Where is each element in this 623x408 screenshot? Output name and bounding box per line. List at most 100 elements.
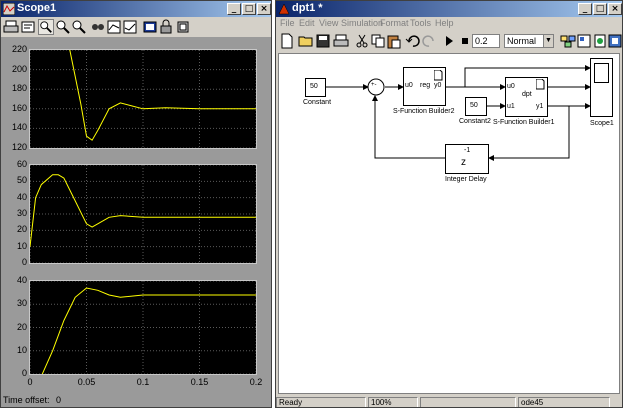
menu-file[interactable]: File	[280, 18, 295, 28]
y-tick-label: 10	[16, 344, 27, 355]
chart-1-svg	[29, 47, 257, 149]
scope-screen	[594, 63, 609, 83]
y-tick-label: 200	[11, 63, 27, 74]
copy-icon[interactable]	[370, 33, 386, 49]
save-axes-icon[interactable]	[106, 19, 122, 35]
redo-icon[interactable]	[421, 33, 437, 49]
axes-2[interactable]	[29, 164, 257, 264]
maximize-button[interactable]: □	[593, 3, 607, 15]
model-titlebar[interactable]: dpt1 * _ □ ×	[276, 1, 622, 17]
sfb1-output-port: y1	[536, 103, 544, 110]
integer-delay-block[interactable]: -1 z	[445, 144, 489, 174]
close-button[interactable]: ×	[608, 3, 622, 15]
y-tick-label: 220	[11, 44, 27, 54]
y-tick-label: 30	[16, 298, 27, 309]
model-canvas[interactable]: 50 Constant +- u0 reg y0 S-Function Buil…	[278, 53, 620, 394]
menu-edit[interactable]: Edit	[299, 18, 315, 28]
zoom-y-icon[interactable]	[71, 19, 87, 35]
chart-2-svg	[29, 164, 257, 264]
model-toolbar: 0.2 Normal ▼	[276, 31, 622, 51]
help-icon[interactable]	[607, 33, 623, 49]
stop-icon[interactable]	[457, 33, 473, 49]
menu-help[interactable]: Help	[435, 18, 454, 28]
model-explorer-icon[interactable]	[576, 33, 592, 49]
open-icon[interactable]	[298, 33, 314, 49]
lock-axes-icon[interactable]	[158, 19, 174, 35]
signal-selection-icon[interactable]	[175, 19, 191, 35]
scope-window-title: Scope1	[17, 2, 57, 14]
constant2-value: 50	[470, 102, 478, 109]
parameters-icon[interactable]	[20, 19, 36, 35]
x-tick-label: 0.1	[136, 377, 150, 387]
zoom-icon[interactable]	[38, 19, 54, 35]
menu-bar: File Edit View Simulation Format Tools H…	[276, 17, 622, 31]
delay-exponent: -1	[464, 147, 471, 154]
print-icon[interactable]	[3, 19, 19, 35]
sfb1-label: S-Function Builder1	[493, 119, 555, 126]
restore-axes-icon[interactable]	[122, 19, 138, 35]
save-icon[interactable]	[315, 33, 331, 49]
print-icon[interactable]	[333, 33, 349, 49]
scope-titlebar[interactable]: Scope1 _ □ ×	[1, 1, 271, 17]
scope1-block[interactable]	[590, 58, 613, 117]
time-offset: Time offset: 0	[3, 395, 61, 405]
scope-window: Scope1 _ □ × 120 140 160 180 200 220 0 10 20 30 4…	[0, 0, 272, 408]
y-tick-label: 180	[11, 83, 27, 94]
undo-icon[interactable]	[405, 33, 421, 49]
menu-format[interactable]: Format	[380, 18, 409, 28]
axes-3[interactable]	[29, 280, 257, 382]
library-browser-icon[interactable]	[560, 33, 576, 49]
new-icon[interactable]	[279, 33, 295, 49]
simulink-app-icon	[278, 3, 290, 15]
y-tick-label: 140	[11, 122, 27, 133]
y-tick-label: 40	[16, 191, 27, 202]
constant-label: Constant	[303, 99, 332, 106]
status-blank	[420, 397, 516, 407]
sfunction-builder2-block[interactable]: u0 reg y0	[403, 67, 446, 106]
status-bar: Ready 100% ode45	[276, 396, 622, 407]
sfunction-builder1-block[interactable]: u0 dpt u1 y1	[505, 77, 548, 117]
status-ready: Ready	[276, 397, 366, 407]
y-tick-label: 10	[16, 240, 27, 251]
cut-icon[interactable]	[354, 33, 370, 49]
delay-z: z	[461, 157, 466, 168]
sfb2-function-name: reg	[420, 82, 431, 89]
sum-signs: +-	[371, 82, 377, 88]
simulation-mode-select[interactable]: Normal ▼	[504, 34, 554, 48]
minimize-button[interactable]: _	[578, 3, 592, 15]
zoom-x-icon[interactable]	[55, 19, 71, 35]
status-solver: ode45	[518, 397, 610, 407]
y-tick-label: 20	[16, 224, 27, 235]
menu-tools[interactable]: Tools	[410, 18, 431, 28]
axes-1[interactable]	[29, 47, 257, 149]
scope1-label: Scope1	[590, 120, 614, 127]
floating-scope-icon[interactable]	[142, 19, 158, 35]
sfb2-output-port: y0	[434, 82, 442, 89]
autoscale-icon[interactable]	[90, 19, 106, 35]
menu-view[interactable]: View	[319, 18, 338, 28]
maximize-button[interactable]: □	[242, 3, 256, 15]
y-tick-label: 160	[11, 102, 27, 113]
debugger-icon[interactable]	[592, 33, 608, 49]
document-icon	[434, 70, 443, 81]
menu-simulation[interactable]: Simulation	[341, 18, 383, 28]
y-tick-label: 20	[16, 321, 27, 332]
document-icon	[536, 79, 545, 90]
sfb1-input-port-1: u1	[507, 103, 515, 110]
integer-delay-label: Integer Delay	[445, 176, 487, 183]
start-icon[interactable]	[441, 33, 457, 49]
sfb2-input-port: u0	[405, 82, 413, 89]
stop-time-input[interactable]: 0.2	[472, 34, 500, 48]
status-zoom: 100%	[368, 397, 418, 407]
model-window: dpt1 * _ □ × File Edit View Simulation F…	[275, 0, 623, 408]
series-trace-3	[30, 287, 256, 382]
chart-3-svg	[29, 280, 257, 382]
paste-icon[interactable]	[386, 33, 402, 49]
close-button[interactable]: ×	[257, 3, 271, 15]
y-tick-label: 120	[11, 142, 27, 152]
chevron-down-icon[interactable]: ▼	[543, 35, 553, 47]
minimize-button[interactable]: _	[227, 3, 241, 15]
constant2-block[interactable]: 50	[465, 97, 487, 116]
constant-block[interactable]: 50	[305, 78, 326, 97]
sfb1-function-name: dpt	[522, 91, 532, 98]
